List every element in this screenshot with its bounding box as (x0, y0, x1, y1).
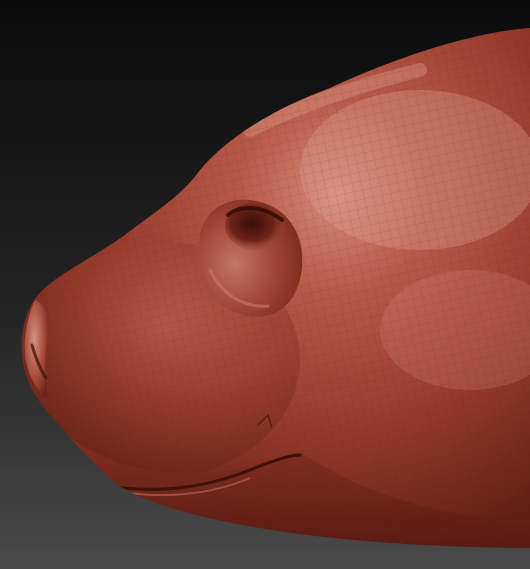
sculpt-render (0, 0, 530, 569)
sculpt-viewport[interactable] (0, 0, 530, 569)
